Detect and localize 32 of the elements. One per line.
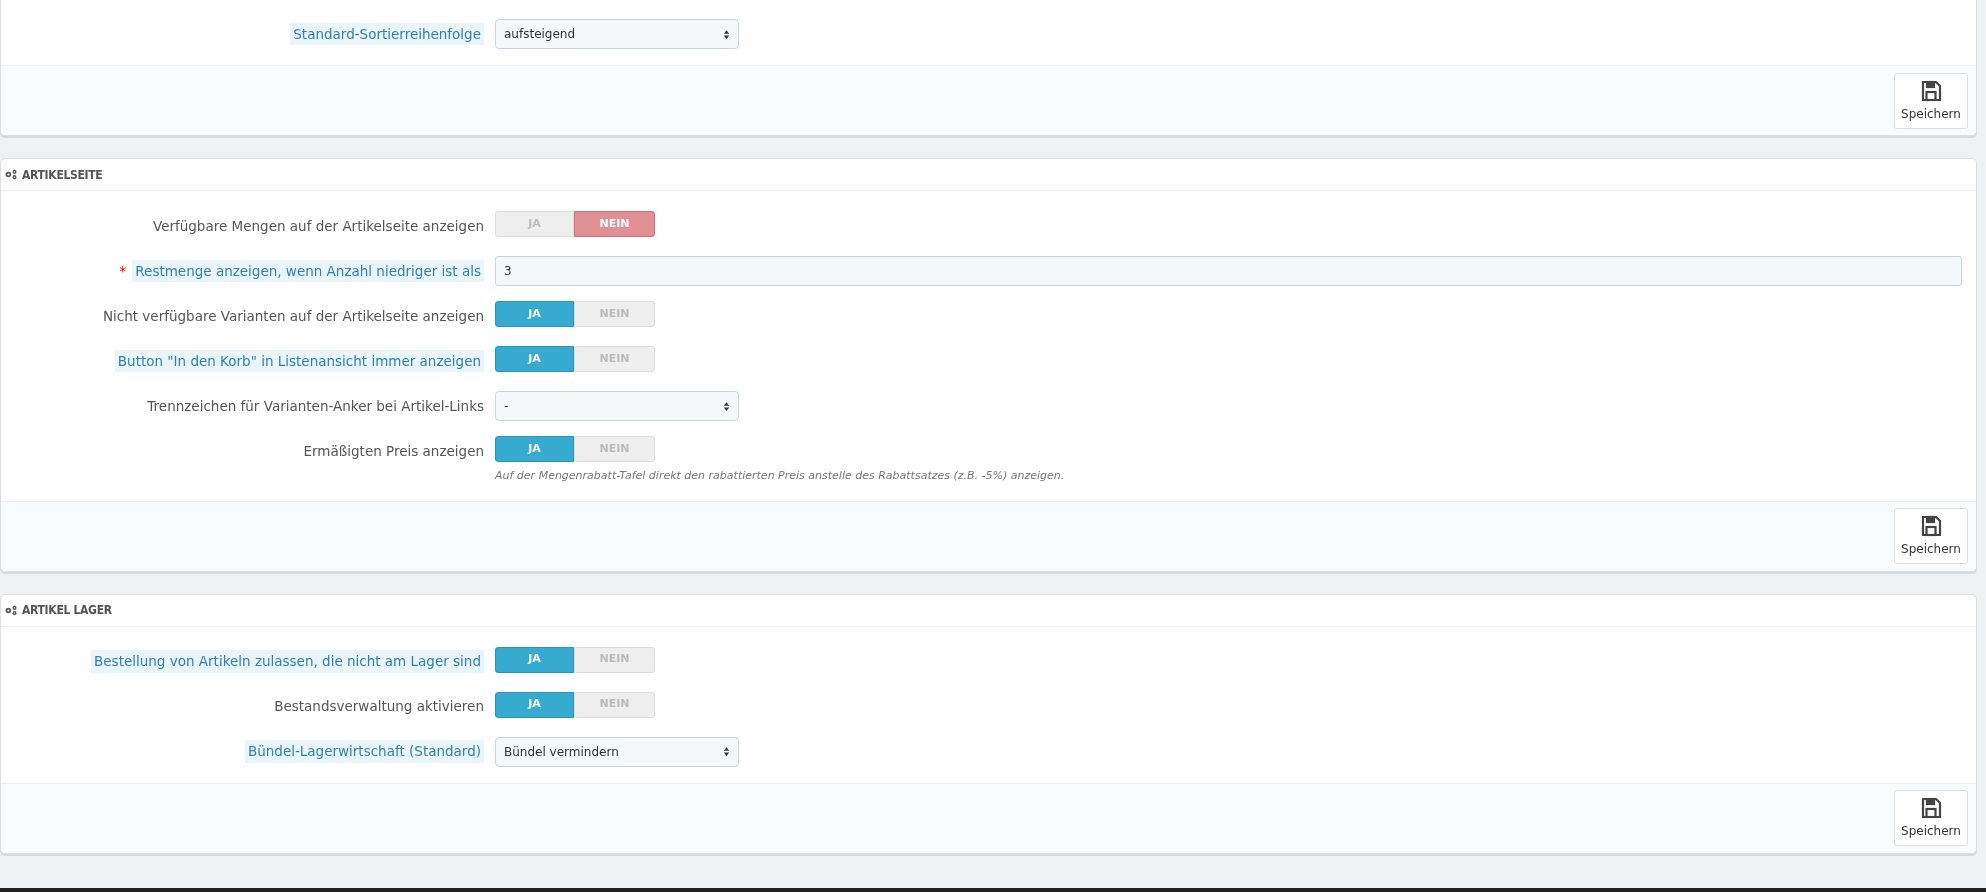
panel-title: ARTIKEL LAGER [22, 602, 112, 619]
caret-icon [723, 400, 730, 412]
save-button[interactable]: Speichern [1894, 790, 1968, 846]
save-button[interactable]: Speichern [1894, 508, 1968, 564]
yes-option[interactable]: JA [495, 646, 574, 673]
select-field[interactable]: - [495, 391, 739, 421]
gears-icon [4, 604, 18, 616]
field-label: Restmenge anzeigen, wenn Anzahl niedriger ist als [132, 259, 484, 283]
field-label: Bestellung von Artikeln zulassen, die nicht am Lager sind [91, 650, 484, 673]
yes-option[interactable]: JA [495, 346, 574, 372]
caret-icon [723, 28, 730, 40]
yes-option[interactable]: JA [495, 301, 574, 327]
no-option[interactable]: NEIN [574, 211, 655, 237]
select-field[interactable]: Bündel vermindern [495, 736, 739, 767]
field-label: Trennzeichen für Varianten-Anker bei Artikel-Links [147, 396, 484, 416]
field-label: Bestandsverwaltung aktivieren [274, 697, 484, 717]
field-label: Ermäßigten Preis anzeigen [303, 441, 484, 461]
panel-title: ARTIKELSEITE [22, 166, 103, 184]
field-label: Nicht verfügbare Varianten auf der Artikelseite anzeigen [102, 306, 484, 326]
input-field[interactable]: 3 [495, 256, 1962, 286]
yes-option[interactable]: JA [495, 436, 574, 462]
gears-icon [4, 169, 18, 180]
yes-option[interactable]: JA [495, 691, 574, 718]
save-button[interactable]: Speichern [1894, 72, 1968, 129]
select-field[interactable]: aufsteigend [495, 19, 739, 49]
required-mark: * [119, 261, 127, 281]
caret-icon [723, 746, 730, 757]
field-label: Verfügbare Mengen auf der Artikelseite anzeigen [152, 216, 484, 236]
help-text: Auf der Mengenrabatt-Tafel direkt den rabattierten Preis anstelle des Rabattsatzes (z.B. -5%) anzeigen. [495, 468, 1066, 484]
field-label: Standard-Sortierreihenfolge [290, 22, 484, 46]
field-label: Bündel-Lagerwirtschaft (Standard) [244, 740, 484, 763]
field-label: Button "In den Korb" in Listenansicht immer anzeigen [114, 349, 484, 373]
